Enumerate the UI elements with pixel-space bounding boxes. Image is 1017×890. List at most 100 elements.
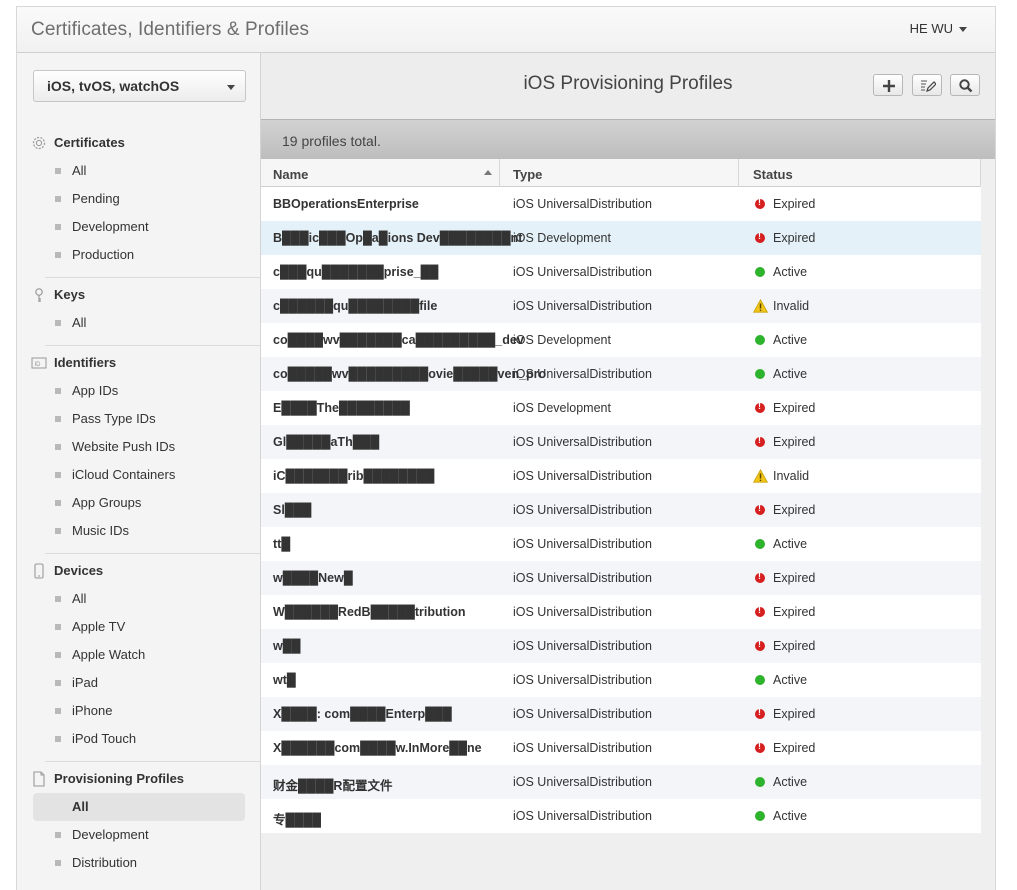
device-icon: [31, 563, 47, 579]
table-row[interactable]: BBOperationsEnterprise iOS UniversalDistr…: [261, 187, 981, 221]
profile-name: X████: com████Enterp███: [273, 707, 452, 721]
table-row[interactable]: iC███████rib████████ iOS UniversalDistrib…: [261, 459, 981, 493]
profile-status: Expired: [773, 503, 816, 517]
bullet-icon: [55, 596, 61, 602]
status-expired-icon: [755, 741, 765, 753]
status-active-icon: [755, 369, 765, 379]
edit-button[interactable]: [912, 74, 942, 96]
sidebar-item-all[interactable]: All: [29, 309, 273, 337]
sidebar-item-label: Pass Type IDs: [72, 411, 156, 426]
profile-status: Active: [773, 265, 808, 279]
profile-name: iC███████rib████████: [273, 469, 435, 483]
profile-name: W██████RedB█████tribution: [273, 605, 466, 619]
sidebar-section: ID Identifiers App IDs Pass Type IDs Website…: [29, 353, 273, 545]
table-row[interactable]: 专████ iOS UniversalDistribution Active: [261, 799, 981, 833]
profile-status: Invalid: [773, 469, 810, 483]
chevron-down-icon: [227, 85, 235, 90]
column-header-name[interactable]: Name: [273, 167, 308, 182]
table-row[interactable]: wt█ iOS UniversalDistribution Active: [261, 663, 981, 697]
sidebar-item-app-groups[interactable]: App Groups: [29, 489, 273, 517]
user-name: HE WU: [909, 21, 953, 36]
profile-name: E████The████████: [273, 401, 410, 415]
sidebar-divider: [45, 345, 273, 346]
status-expired-icon: [755, 707, 765, 719]
sidebar-item-ipad[interactable]: iPad: [29, 669, 273, 697]
sidebar-item-label: All: [72, 799, 89, 814]
profile-type: iOS UniversalDistribution: [513, 673, 652, 687]
id-icon: ID: [31, 355, 47, 371]
column-header-status[interactable]: Status: [753, 167, 793, 182]
profile-name: co█████wv█████████ovie█████ven_pro: [273, 367, 547, 381]
sidebar-section-header: ID Identifiers: [29, 353, 273, 373]
table-row[interactable]: X████: com████Enterp███ iOS UniversalDist…: [261, 697, 981, 731]
sidebar-item-all[interactable]: All: [29, 157, 273, 185]
table-row[interactable]: E████The████████ iOS Development Expired: [261, 391, 981, 425]
table-row[interactable]: X██████com████w.InMore██ne iOS UniversalD…: [261, 731, 981, 765]
sidebar-item-pass-type-ids[interactable]: Pass Type IDs: [29, 405, 273, 433]
status-active-icon: [755, 777, 765, 787]
table-row[interactable]: Sl███ iOS UniversalDistribution Expired: [261, 493, 981, 527]
table-row[interactable]: w██ iOS UniversalDistribution Expired: [261, 629, 981, 663]
platform-select[interactable]: iOS, tvOS, watchOS: [33, 70, 246, 102]
profile-status: Expired: [773, 741, 816, 755]
status-active-icon: [755, 539, 765, 549]
sidebar-item-label: Music IDs: [72, 523, 130, 538]
top-bar: Certificates, Identifiers & Profiles HE …: [17, 7, 995, 53]
sidebar-item-label: Distribution: [72, 855, 138, 870]
sidebar-item-pending[interactable]: Pending: [29, 185, 273, 213]
sidebar-section: Provisioning Profiles All Development Distr…: [29, 769, 273, 877]
profile-name: 专████: [273, 813, 321, 827]
table-row[interactable]: co████wv███████ca█████████_dev iOS Develo…: [261, 323, 981, 357]
profile-name: co████wv███████ca█████████_dev: [273, 333, 524, 347]
sidebar-item-label: All: [72, 163, 87, 178]
status-expired-icon: [755, 435, 765, 447]
profile-type: iOS UniversalDistribution: [513, 435, 652, 449]
column-divider: [738, 159, 739, 187]
sidebar-item-production[interactable]: Production: [29, 241, 273, 269]
table-row[interactable]: Gl█████aTh███ iOS UniversalDistribution Ex…: [261, 425, 981, 459]
sidebar-item-iphone[interactable]: iPhone: [29, 697, 273, 725]
sidebar-item-apple-tv[interactable]: Apple TV: [29, 613, 273, 641]
sidebar-item-music-ids[interactable]: Music IDs: [29, 517, 273, 545]
sidebar-section-title: Provisioning Profiles: [54, 771, 185, 786]
table-row[interactable]: c██████qu████████file iOS UniversalDistri…: [261, 289, 981, 323]
table-row[interactable]: c███qu███████prise_██ iOS UniversalDistri…: [261, 255, 981, 289]
status-expired-icon: [755, 503, 765, 515]
sidebar-item-development[interactable]: Development: [29, 213, 273, 241]
profile-count: 19 profiles total.: [282, 133, 381, 149]
sidebar-item-icloud-containers[interactable]: iCloud Containers: [29, 461, 273, 489]
sidebar-item-apple-watch[interactable]: Apple Watch: [29, 641, 273, 669]
status-expired-icon: [755, 401, 765, 413]
profile-status: Expired: [773, 707, 816, 721]
table-row[interactable]: w████New█ iOS UniversalDistribution Expire…: [261, 561, 981, 595]
sidebar-item-development[interactable]: Development: [29, 821, 273, 849]
bullet-icon: [55, 680, 61, 686]
bullet-icon: [55, 168, 61, 174]
table-header: Name Type Status: [261, 159, 981, 187]
user-menu[interactable]: HE WU: [910, 21, 967, 36]
sidebar-item-app-ids[interactable]: App IDs: [29, 377, 273, 405]
table-row[interactable]: tt█ iOS UniversalDistribution Active: [261, 527, 981, 561]
column-header-type[interactable]: Type: [513, 167, 542, 182]
table-row[interactable]: 财金████R配置文件 iOS UniversalDistribution Acti…: [261, 765, 981, 799]
profile-status: Expired: [773, 639, 816, 653]
sidebar-item-distribution[interactable]: Distribution: [29, 849, 273, 877]
search-button[interactable]: [950, 74, 980, 96]
add-button[interactable]: [873, 74, 903, 96]
table-row[interactable]: W██████RedB█████tribution iOS UniversalDi…: [261, 595, 981, 629]
sidebar-section-header: Certificates: [29, 133, 273, 153]
sidebar-item-all[interactable]: All: [33, 793, 245, 821]
profile-type: iOS UniversalDistribution: [513, 809, 652, 823]
status-active-icon: [755, 811, 765, 821]
platform-select-value: iOS, tvOS, watchOS: [47, 78, 180, 94]
sidebar-item-label: iPad: [72, 675, 99, 690]
table-row[interactable]: B███ic███Op█a█ions Dev████████nt iOS Deve…: [261, 221, 981, 255]
status-active-icon: [755, 267, 765, 277]
sidebar-item-website-push-ids[interactable]: Website Push IDs: [29, 433, 273, 461]
sidebar-item-ipod-touch[interactable]: iPod Touch: [29, 725, 273, 753]
bullet-icon: [55, 500, 61, 506]
table-row[interactable]: co█████wv█████████ovie█████ven_pro iOS Un…: [261, 357, 981, 391]
sidebar-item-label: Development: [72, 219, 149, 234]
profile-type: iOS UniversalDistribution: [513, 571, 652, 585]
sidebar-item-all[interactable]: All: [29, 585, 273, 613]
